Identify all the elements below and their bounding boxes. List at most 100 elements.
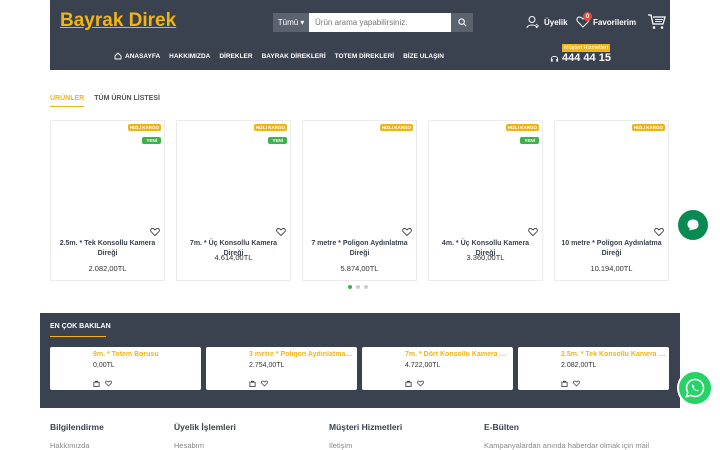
account-link[interactable]: Üyelik [526,15,568,29]
add-to-cart-button[interactable] [561,374,568,392]
tab-all-products[interactable]: TÜM ÜRÜN LİSTESİ [94,95,160,107]
footer-link[interactable]: İletişim [329,441,402,450]
most-viewed-item[interactable]: 9m. * Totem Borusu 0,00TL [50,347,201,390]
customer-hotline[interactable]: Müşteri Hizmetleri 444 44 15 [550,44,660,66]
account-label: Üyelik [544,17,568,27]
footer-column: Üyelik İşlemleri Hesabım [174,422,236,450]
main-nav: ANASAYFA HAKKIMIZDA DİREKLER BAYRAK DİRE… [114,52,444,60]
product-card[interactable]: HIZLI KARGO YENİ 7m. * Üç Konsollu Kamer… [176,120,291,281]
nav-item-poles[interactable]: DİREKLER [219,53,252,60]
cart-button[interactable] [647,13,667,35]
heart-icon [105,380,112,387]
heart-icon [417,380,424,387]
product-price: 2.082,00TL [88,264,127,273]
nav-item-about[interactable]: HAKKIMIZDA [169,53,210,60]
carousel-dot[interactable] [356,285,360,289]
favorites-link[interactable]: 0 Favorilerim [576,12,637,29]
item-name[interactable]: 3 metre * Poligon Aydınlatma D... [249,351,354,358]
footer-link[interactable]: Hesabım [174,441,236,450]
heart-icon [573,380,580,387]
most-viewed-section: EN ÇOK BAKILAN 9m. * Totem Borusu 0,00TL… [40,313,680,408]
headset-icon [550,55,559,62]
product-card[interactable]: HIZLI KARGO 10 metre * Poligon Aydınlatm… [554,120,669,281]
add-to-favorites-button[interactable] [573,374,580,392]
search-category-label: Tümü [277,18,299,27]
add-to-cart-button[interactable] [93,374,100,392]
product-carousel: HIZLI KARGO YENİ 2.5m. * Tek Konsollu Ka… [50,120,669,281]
product-card[interactable]: HIZLI KARGO YENİ 2.5m. * Tek Konsollu Ka… [50,120,165,281]
product-price: 5.874,00TL [340,264,379,273]
whatsapp-icon [685,378,705,398]
search-bar: Tümü ▾ [273,13,473,32]
new-badge: YENİ [268,137,287,144]
item-name[interactable]: 7m. * Dört Konsollu Kamera Dir... [405,351,510,358]
add-to-cart-button[interactable] [405,374,412,392]
carousel-dot[interactable] [348,285,352,289]
most-viewed-item[interactable]: 2.5m. * Tek Konsollu Kamera D... 2.082,0… [518,347,669,390]
product-price: 3.360,00TL [466,253,505,262]
search-category-select[interactable]: Tümü ▾ [273,13,309,32]
carousel-dot[interactable] [364,285,368,289]
search-input[interactable] [309,13,451,32]
heart-icon [276,227,286,237]
search-button[interactable] [451,13,473,32]
footer-column: Bilgilendirme Hakkımızda [50,422,104,450]
home-icon [114,52,122,60]
new-badge: YENİ [142,137,161,144]
site-logo[interactable]: Bayrak Direk [60,10,176,32]
newsletter-text: Kampanyalardan anında haberdar olmak içi… [484,441,650,450]
add-to-favorites-button[interactable] [105,374,112,392]
product-name[interactable]: 2.5m. * Tek Konsollu Kamera Direği [55,239,160,259]
product-price: 4.614,00TL [214,253,253,262]
page: Bayrak Direk Tümü ▾ Üyelik 0 Favorilerim [0,0,720,450]
nav-label: ANASAYFA [125,52,161,60]
nav-item-totem-poles[interactable]: TOTEM DİREKLERİ [335,53,394,60]
add-to-favorites-button[interactable] [261,374,268,392]
product-name[interactable]: 7 metre * Poligon Aydınlatma Direği [307,239,412,259]
item-price: 2.754,00TL [249,362,285,369]
site-header: Bayrak Direk Tümü ▾ Üyelik 0 Favorilerim [50,0,670,70]
add-to-favorites-button[interactable] [417,374,424,392]
footer-link[interactable]: Hakkımızda [50,441,104,450]
product-name[interactable]: 10 metre * Poligon Aydınlatma Direği [559,239,664,259]
hotline-number: 444 44 15 [562,52,611,64]
whatsapp-button[interactable] [677,370,713,406]
favorites-label: Favorilerim [593,17,637,27]
product-card[interactable]: HIZLI KARGO 7 metre * Poligon Aydınlatma… [302,120,417,281]
nav-item-contact[interactable]: BİZE ULAŞIN [403,53,444,60]
footer-heading: E-Bülten [484,422,519,432]
fast-shipping-badge: HIZLI KARGO [631,124,665,131]
product-tabs: ÜRÜNLER TÜM ÜRÜN LİSTESİ [50,95,160,107]
nav-item-home[interactable]: ANASAYFA [114,52,160,60]
fast-shipping-badge: HIZLI KARGO [505,124,539,131]
nav-item-flag-poles[interactable]: BAYRAK DİREKLERİ [262,53,326,60]
most-viewed-item[interactable]: 3 metre * Poligon Aydınlatma D... 2.754,… [206,347,357,390]
add-to-cart-button[interactable] [249,374,256,392]
footer-heading: Üyelik İşlemleri [174,422,236,432]
bag-icon [93,380,100,387]
product-price: 10.194,00TL [590,264,633,273]
tab-products[interactable]: ÜRÜNLER [50,95,85,107]
heart-icon [528,227,538,237]
favorites-count-badge: 0 [583,12,592,21]
item-name[interactable]: 2.5m. * Tek Konsollu Kamera D... [561,351,666,358]
footer-heading: Bilgilendirme [50,422,104,432]
section-title: EN ÇOK BAKILAN [50,323,111,337]
fast-shipping-badge: HIZLI KARGO [127,124,161,131]
live-chat-button[interactable] [678,210,708,240]
bag-icon [249,380,256,387]
product-card[interactable]: HIZLI KARGO YENİ 4m. * Üç Konsollu Kamer… [428,120,543,281]
heart-icon [150,227,160,237]
search-icon [457,18,466,27]
new-badge: YENİ [520,137,539,144]
item-name[interactable]: 9m. * Totem Borusu [93,351,198,358]
fast-shipping-badge: HIZLI KARGO [253,124,287,131]
fast-shipping-badge: HIZLI KARGO [379,124,413,131]
heart-icon [261,380,268,387]
footer-column: Müşteri Hizmetleri İletişim [329,422,402,450]
item-price: 4.722,00TL [405,362,441,369]
most-viewed-item[interactable]: 7m. * Dört Konsollu Kamera Dir... 4.722,… [362,347,513,390]
heart-icon [402,227,412,237]
bag-icon [561,380,568,387]
hotline-label: Müşteri Hizmetleri [562,44,611,52]
